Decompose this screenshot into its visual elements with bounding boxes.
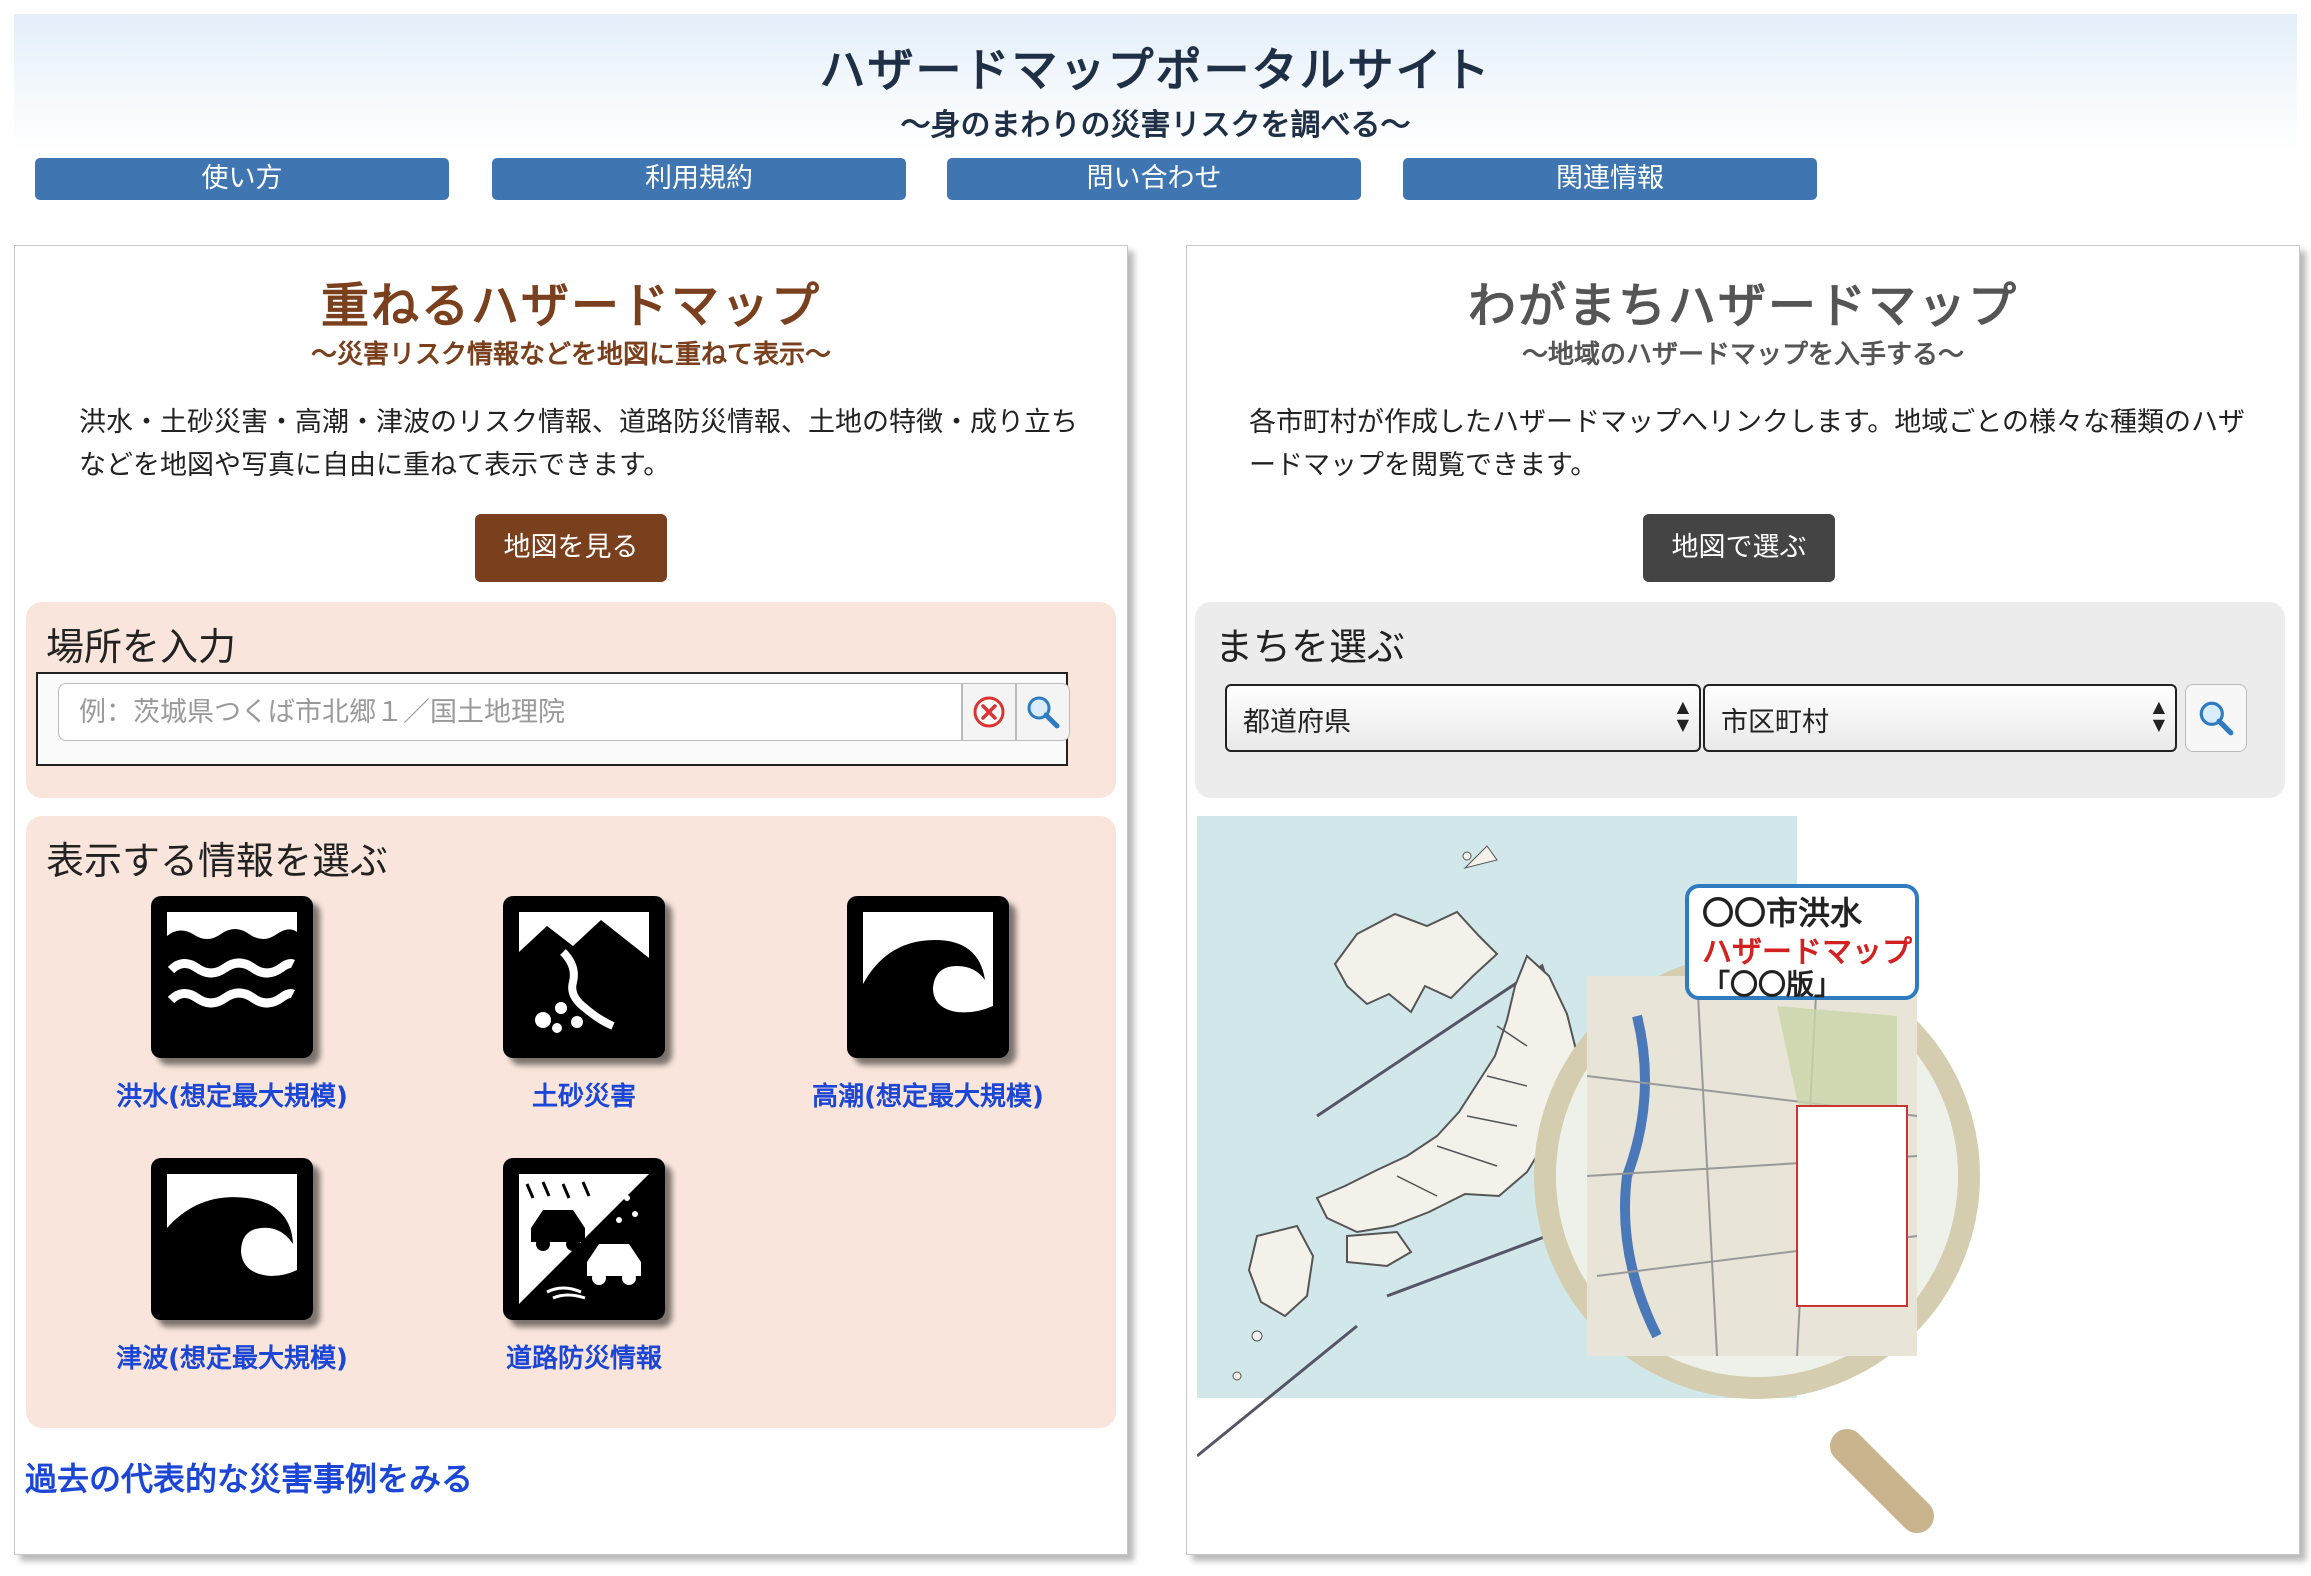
hazard-item-landslide[interactable]: 土砂災害 (434, 896, 734, 1116)
town-search-button[interactable] (2185, 684, 2247, 752)
search-icon (1027, 696, 1060, 729)
nav-contact-button[interactable]: 問い合わせ (947, 158, 1361, 200)
site-header: ハザードマップポータルサイト 〜身のまわりの災害リスクを調べる〜 (14, 14, 2297, 154)
hazard-item-storm-surge[interactable]: 高潮(想定最大規模) (778, 896, 1078, 1116)
info-select-box: 表示する情報を選ぶ 洪水(想定最大規模) 土砂災害 高潮(想定最大規模) 津波(… (26, 816, 1116, 1428)
town-select-title: まちを選ぶ (1215, 625, 1406, 669)
hazard-label-storm-surge: 高潮(想定最大規模) (812, 1082, 1044, 1112)
search-button[interactable] (1016, 683, 1070, 741)
panel-title: 重ねるハザードマップ (320, 278, 821, 334)
place-search-box: 場所を入力 (26, 602, 1116, 798)
town-select-box: まちを選ぶ 都道府県 ▲ ▼ 市区町村 ▲ ▼ (1195, 602, 2285, 798)
past-disasters-link[interactable]: 過去の代表的な災害事例をみる (25, 1454, 473, 1500)
search-icon (2199, 701, 2234, 736)
panel-subtitle: 〜地域のハザードマップを入手する〜 (1521, 340, 1964, 370)
local-hazard-map-panel: わがまちハザードマップ 〜地域のハザードマップを入手する〜 各市町村が作成したハ… (1186, 245, 2300, 1555)
storm-surge-icon (847, 896, 1009, 1058)
landslide-icon (503, 896, 665, 1058)
select-arrows-icon: ▲ ▼ (1676, 697, 1689, 734)
nav-terms-button[interactable]: 利用規約 (492, 158, 906, 200)
japan-map-illustration[interactable]: 〇〇市洪水 ハザードマップ 「〇〇版」 (1196, 816, 2287, 1536)
hazard-item-road-disaster[interactable]: 道路防災情報 (434, 1158, 734, 1378)
search-frame (36, 672, 1070, 766)
town-select-row: 都道府県 ▲ ▼ 市区町村 ▲ ▼ (1225, 684, 2255, 754)
site-title: ハザードマップポータルサイト (819, 43, 1492, 97)
road-disaster-icon (503, 1158, 665, 1320)
clear-icon (973, 696, 1005, 728)
hazard-item-flood[interactable]: 洪水(想定最大規模) (82, 896, 382, 1116)
japan-map-image: 〇〇市洪水 ハザードマップ 「〇〇版」 (1196, 816, 1980, 1533)
sample-map-title-line2: ハザードマップ (1702, 935, 1913, 970)
overlay-hazard-map-panel: 重ねるハザードマップ 〜災害リスク情報などを地図に重ねて表示〜 洪水・土砂災害・… (14, 245, 1128, 1555)
hazard-label-road-disaster: 道路防災情報 (505, 1344, 662, 1374)
prefecture-select-value: 都道府県 (1243, 707, 1351, 738)
municipality-select[interactable]: 市区町村 ▲ ▼ (1703, 684, 2177, 752)
sample-map-title-line3: 「〇〇版」 (1702, 968, 1842, 1001)
view-map-button[interactable]: 地図を見る (475, 514, 667, 582)
prefecture-select[interactable]: 都道府県 ▲ ▼ (1225, 684, 1701, 752)
select-on-map-button[interactable]: 地図で選ぶ (1643, 514, 1835, 582)
flood-icon (151, 896, 313, 1058)
place-search-input[interactable] (58, 683, 962, 741)
clear-button[interactable] (962, 683, 1016, 741)
hazard-label-tsunami: 津波(想定最大規模) (116, 1344, 348, 1374)
municipality-select-value: 市区町村 (1721, 707, 1829, 738)
place-search-title: 場所を入力 (46, 625, 237, 669)
panel-description: 各市町村が作成したハザードマップへリンクします。地域ごとの様々な種類のハザードマ… (1249, 407, 2246, 481)
hazard-label-flood: 洪水(想定最大規模) (116, 1082, 348, 1112)
hazard-item-tsunami[interactable]: 津波(想定最大規模) (82, 1158, 382, 1378)
tsunami-icon (151, 1158, 313, 1320)
panel-description: 洪水・土砂災害・高潮・津波のリスク情報、道路防災情報、土地の特徴・成り立ちなどを… (79, 407, 1078, 481)
hazard-label-landslide: 土砂災害 (531, 1082, 636, 1112)
nav-related-button[interactable]: 関連情報 (1403, 158, 1817, 200)
site-subtitle: 〜身のまわりの災害リスクを調べる〜 (900, 108, 1411, 143)
panel-subtitle: 〜災害リスク情報などを地図に重ねて表示〜 (310, 340, 831, 370)
info-select-title: 表示する情報を選ぶ (46, 839, 389, 883)
nav-usage-button[interactable]: 使い方 (35, 158, 449, 200)
sample-map-title-line1: 〇〇市洪水 (1702, 894, 1863, 932)
panel-title: わがまちハザードマップ (1467, 278, 2018, 334)
select-arrows-icon: ▲ ▼ (2152, 697, 2165, 734)
